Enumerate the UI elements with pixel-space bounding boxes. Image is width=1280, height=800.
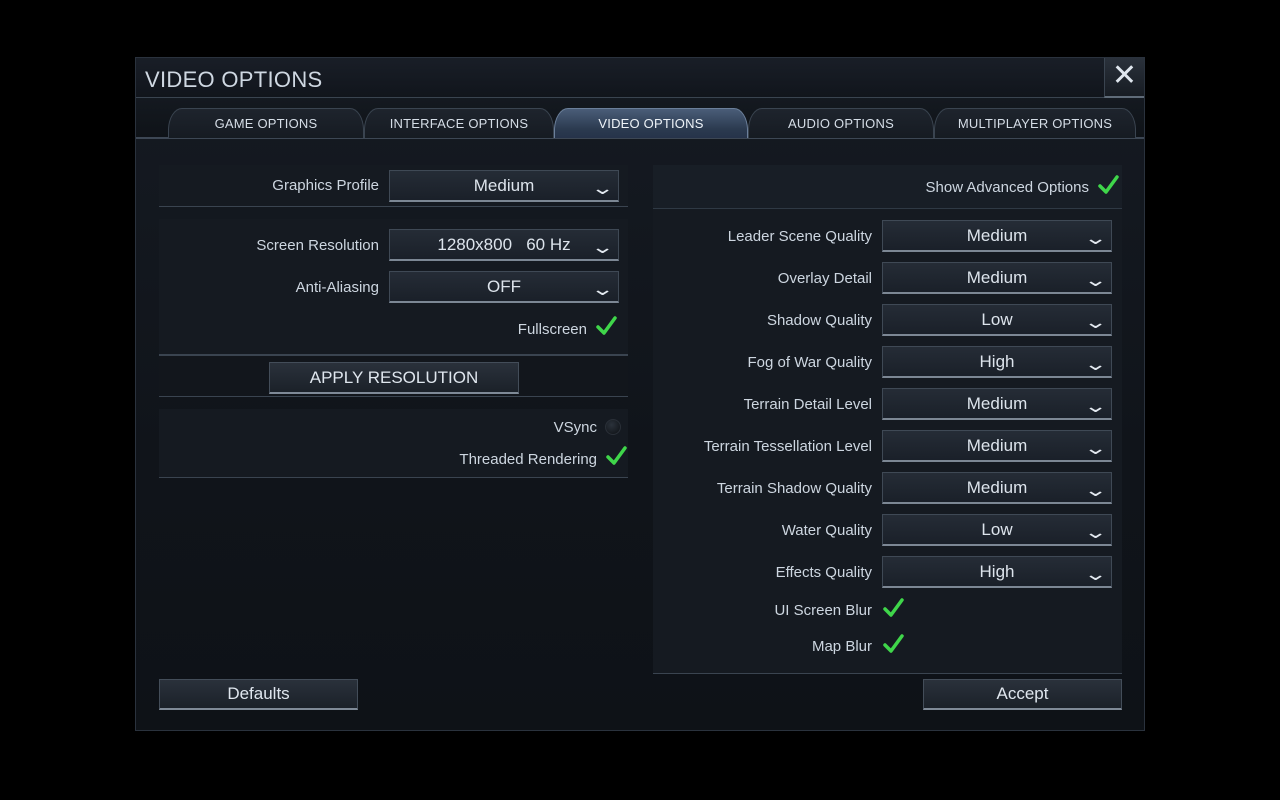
threaded-rendering-checkbox[interactable]	[605, 445, 627, 467]
threaded-rendering-label: Threaded Rendering	[459, 451, 597, 468]
tab-video-options[interactable]: VIDEO OPTIONS	[554, 108, 748, 138]
advanced-setting-label: Overlay Detail	[777, 270, 872, 287]
advanced-setting-dropdown[interactable]: Low ⌄	[882, 304, 1112, 336]
advanced-setting-label: Water Quality	[781, 522, 872, 539]
dialog-title: VIDEO OPTIONS	[145, 67, 323, 92]
defaults-button[interactable]: Defaults	[159, 679, 358, 710]
vsync-label: VSync	[553, 419, 597, 436]
advanced-setting-value: Medium	[966, 268, 1028, 287]
chevron-down-icon: ⌄	[1083, 270, 1108, 290]
map-blur-checkbox[interactable]	[882, 633, 904, 655]
apply-resolution-panel: APPLY RESOLUTION	[159, 355, 628, 397]
close-icon: ✕	[1111, 59, 1138, 92]
vsync-checkbox[interactable]	[605, 419, 621, 435]
chevron-down-icon: ⌄	[1083, 228, 1108, 248]
accept-button[interactable]: Accept	[923, 679, 1122, 710]
screen-resolution-label: Screen Resolution	[256, 237, 379, 254]
advanced-setting-dropdown[interactable]: High ⌄	[882, 346, 1112, 378]
chevron-down-icon: ⌄	[1083, 438, 1108, 458]
chevron-down-icon: ⌄	[1083, 564, 1108, 584]
advanced-setting-dropdown[interactable]: Medium ⌄	[882, 430, 1112, 462]
fullscreen-label: Fullscreen	[517, 321, 587, 338]
tab-strip: GAME OPTIONS INTERFACE OPTIONS VIDEO OPT…	[136, 99, 1144, 139]
tab-interface-options[interactable]: INTERFACE OPTIONS	[364, 108, 554, 138]
show-advanced-label: Show Advanced Options	[925, 179, 1089, 196]
graphics-profile-dropdown[interactable]: Medium ⌄	[389, 170, 619, 202]
chevron-down-icon: ⌄	[1083, 480, 1108, 500]
advanced-setting-dropdown[interactable]: High ⌄	[882, 556, 1112, 588]
graphics-profile-value: Medium	[473, 176, 535, 195]
advanced-setting-value: Medium	[966, 478, 1028, 497]
advanced-setting-dropdown[interactable]: Medium ⌄	[882, 388, 1112, 420]
screen-resolution-dropdown[interactable]: 1280x800 60 Hz ⌄	[389, 229, 619, 261]
advanced-setting-label: Shadow Quality	[766, 312, 872, 329]
graphics-profile-label: Graphics Profile	[272, 177, 379, 194]
advanced-setting-value: Low	[981, 310, 1013, 329]
rendering-panel: VSync Threaded Rendering	[159, 409, 628, 478]
fullscreen-checkbox[interactable]	[595, 315, 617, 337]
advanced-setting-dropdown[interactable]: Medium ⌄	[882, 262, 1112, 294]
advanced-setting-label: Terrain Tessellation Level	[703, 438, 872, 455]
advanced-setting-label: Leader Scene Quality	[727, 228, 872, 245]
show-advanced-checkbox[interactable]	[1097, 174, 1119, 196]
chevron-down-icon: ⌄	[1083, 522, 1108, 542]
anti-aliasing-value: OFF	[487, 277, 521, 296]
advanced-setting-value: Low	[981, 520, 1013, 539]
advanced-setting-dropdown[interactable]: Medium ⌄	[882, 472, 1112, 504]
video-options-dialog: VIDEO OPTIONS ✕ GAME OPTIONS INTERFACE O…	[135, 57, 1145, 731]
advanced-setting-value: High	[979, 562, 1015, 581]
tab-audio-options[interactable]: AUDIO OPTIONS	[748, 108, 934, 138]
close-button[interactable]: ✕	[1104, 58, 1144, 98]
apply-resolution-button[interactable]: APPLY RESOLUTION	[269, 362, 519, 394]
advanced-header: Show Advanced Options	[653, 165, 1122, 209]
chevron-down-icon: ⌄	[1083, 312, 1108, 332]
screen-resolution-value: 1280x800 60 Hz	[437, 235, 571, 254]
tab-game-options[interactable]: GAME OPTIONS	[168, 108, 364, 138]
advanced-setting-label: Effects Quality	[775, 564, 872, 581]
advanced-setting-value: High	[979, 352, 1015, 371]
map-blur-label: Map Blur	[811, 638, 872, 655]
chevron-down-icon: ⌄	[1083, 396, 1108, 416]
advanced-setting-dropdown[interactable]: Medium ⌄	[882, 220, 1112, 252]
advanced-setting-value: Medium	[966, 394, 1028, 413]
ui-screen-blur-checkbox[interactable]	[882, 597, 904, 619]
advanced-setting-dropdown[interactable]: Low ⌄	[882, 514, 1112, 546]
advanced-setting-label: Fog of War Quality	[747, 354, 872, 371]
advanced-setting-label: Terrain Shadow Quality	[716, 480, 872, 497]
resolution-panel: Screen Resolution 1280x800 60 Hz ⌄ Anti-…	[159, 219, 628, 355]
chevron-down-icon: ⌄	[1083, 354, 1108, 374]
anti-aliasing-label: Anti-Aliasing	[295, 279, 379, 296]
chevron-down-icon: ⌄	[590, 279, 615, 299]
ui-screen-blur-label: UI Screen Blur	[774, 602, 872, 619]
advanced-setting-value: Medium	[966, 436, 1028, 455]
tab-multiplayer-options[interactable]: MULTIPLAYER OPTIONS	[934, 108, 1136, 138]
advanced-options-panel: Show Advanced Options Leader Scene Quali…	[653, 165, 1122, 674]
graphics-profile-panel: Graphics Profile Medium ⌄	[159, 165, 628, 207]
title-bar: VIDEO OPTIONS ✕	[136, 58, 1144, 98]
chevron-down-icon: ⌄	[590, 178, 615, 198]
advanced-setting-label: Terrain Detail Level	[743, 396, 872, 413]
advanced-setting-value: Medium	[966, 226, 1028, 245]
chevron-down-icon: ⌄	[590, 237, 615, 257]
anti-aliasing-dropdown[interactable]: OFF ⌄	[389, 271, 619, 303]
